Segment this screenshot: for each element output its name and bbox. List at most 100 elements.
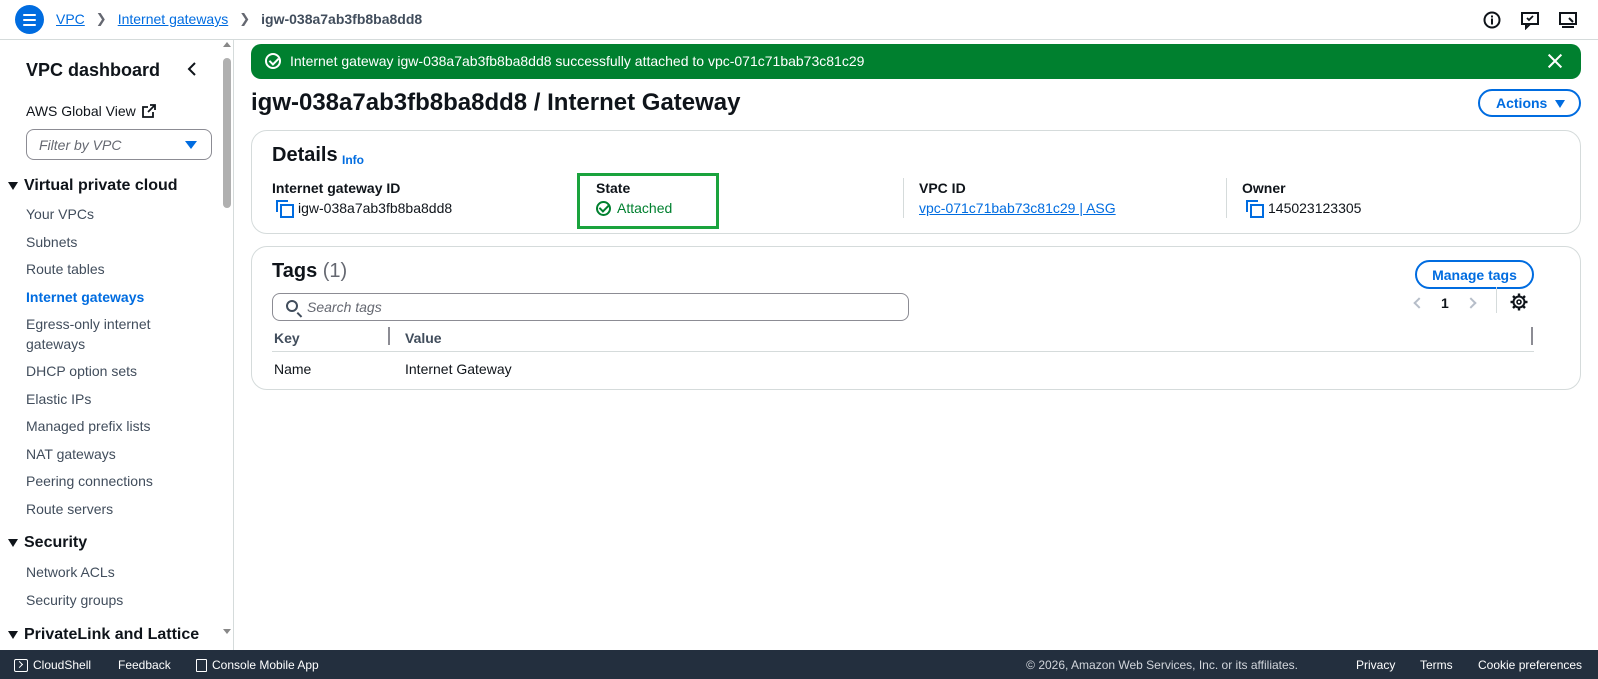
sidebar-item-nat-gateways[interactable]: NAT gateways — [26, 444, 206, 464]
table-cell-value: Internet Gateway — [405, 361, 512, 377]
status-success-icon — [596, 200, 611, 216]
column-resizer[interactable] — [1531, 327, 1533, 345]
sidebar-section-privatelink[interactable]: PrivateLink and Lattice — [8, 626, 199, 644]
scrollbar-thumb[interactable] — [223, 58, 231, 208]
terms-link[interactable]: Terms — [1420, 658, 1453, 672]
display-settings-icon[interactable] — [1558, 10, 1578, 30]
copyright-text: © 2026, Amazon Web Services, Inc. or its… — [1026, 658, 1298, 672]
top-utility-icons — [1482, 10, 1578, 31]
side-navigation: VPC dashboard AWS Global View Filter by … — [0, 40, 234, 650]
actions-button-label: Actions — [1496, 95, 1548, 111]
copy-icon[interactable] — [1246, 200, 1264, 218]
pagination: 1 — [1413, 295, 1477, 311]
sidebar-item-peering[interactable]: Peering connections — [26, 471, 206, 491]
tags-panel: Tags (1) Manage tags Search tags 1 Key V… — [251, 246, 1581, 390]
cloudshell-button[interactable]: CloudShell — [14, 658, 91, 672]
details-heading: Details — [272, 144, 338, 166]
actions-button[interactable]: Actions — [1478, 89, 1581, 117]
column-resizer[interactable] — [388, 327, 390, 345]
cookie-preferences-link[interactable]: Cookie preferences — [1478, 658, 1582, 672]
search-tags-input[interactable]: Search tags — [272, 293, 909, 321]
sidebar-title[interactable]: VPC dashboard — [26, 60, 160, 81]
breadcrumb-vpc-link[interactable]: VPC — [56, 11, 85, 27]
vpc-filter-select[interactable]: Filter by VPC — [26, 129, 212, 160]
owner-value: 145023123305 — [1246, 200, 1362, 218]
vpc-filter-placeholder: Filter by VPC — [39, 136, 122, 153]
sidebar-item-subnets[interactable]: Subnets — [26, 232, 206, 252]
sidebar-item-route-tables[interactable]: Route tables — [26, 259, 206, 279]
sidebar-section-vpc[interactable]: Virtual private cloud — [8, 177, 178, 195]
chevron-left-icon[interactable] — [1413, 297, 1425, 309]
manage-tags-button[interactable]: Manage tags — [1415, 260, 1534, 289]
owner-text: 145023123305 — [1268, 200, 1362, 216]
success-flash-banner: Internet gateway igw-038a7ab3fb8ba8dd8 s… — [251, 44, 1581, 79]
cloudshell-label: CloudShell — [33, 658, 92, 672]
sidebar-item-security-groups[interactable]: Security groups — [26, 590, 206, 610]
owner-label: Owner — [1242, 180, 1286, 196]
sidebar-item-network-acls[interactable]: Network ACLs — [26, 562, 206, 582]
chevron-right-icon: ❯ — [239, 11, 251, 26]
scroll-up-icon[interactable] — [223, 42, 231, 47]
table-header-divider — [272, 351, 1534, 352]
close-icon[interactable] — [1547, 53, 1563, 69]
feedback-link[interactable]: Feedback — [118, 658, 171, 672]
search-icon — [286, 300, 298, 312]
tags-count: (1) — [322, 260, 348, 282]
sidebar-item-dhcp[interactable]: DHCP option sets — [26, 361, 206, 381]
hamburger-menu-icon[interactable] — [15, 5, 44, 34]
caret-down-icon — [8, 182, 18, 190]
igw-id-value: igw-038a7ab3fb8ba8dd8 — [276, 200, 453, 218]
mobile-app-link[interactable]: Console Mobile App — [196, 658, 319, 672]
sidebar-item-your-vpcs[interactable]: Your VPCs — [26, 204, 206, 224]
caret-down-icon — [8, 539, 18, 547]
copy-icon[interactable] — [276, 200, 294, 218]
state-label: State — [596, 180, 631, 196]
column-header-key[interactable]: Key — [274, 330, 300, 346]
pagination-divider — [1496, 287, 1497, 313]
column-header-value[interactable]: Value — [405, 330, 442, 346]
chevron-right-icon[interactable] — [1465, 297, 1477, 309]
vpc-id-label: VPC ID — [919, 180, 966, 196]
chevron-left-icon[interactable] — [184, 60, 200, 78]
info-icon[interactable] — [1482, 10, 1502, 30]
caret-down-icon — [1555, 100, 1565, 108]
privacy-link[interactable]: Privacy — [1356, 658, 1395, 672]
sidebar-item-internet-gateways[interactable]: Internet gateways — [26, 287, 206, 307]
tags-heading-text: Tags — [272, 260, 318, 282]
column-divider — [903, 178, 904, 218]
vpc-id-link[interactable]: vpc-071c71bab73c81c29 | ASG — [919, 200, 1116, 216]
feedback-icon[interactable] — [1520, 10, 1540, 31]
external-link-icon — [141, 104, 156, 118]
page-number[interactable]: 1 — [1441, 295, 1449, 311]
details-panel: Details Info Internet gateway ID igw-038… — [251, 130, 1581, 234]
sidebar-section-security[interactable]: Security — [8, 534, 87, 552]
sidebar-scrollbar[interactable] — [221, 40, 233, 636]
scroll-down-icon[interactable] — [223, 629, 231, 634]
terminal-icon — [14, 658, 28, 672]
sidebar-item-elastic-ips[interactable]: Elastic IPs — [26, 389, 206, 409]
sidebar-item-label: AWS Global View — [26, 103, 136, 119]
igw-id-label: Internet gateway ID — [272, 180, 401, 196]
igw-id-text: igw-038a7ab3fb8ba8dd8 — [298, 200, 453, 216]
chevron-right-icon: ❯ — [95, 11, 107, 26]
breadcrumb: VPC ❯ Internet gateways ❯ igw-038a7ab3fb… — [56, 11, 422, 27]
vpc-id-value: vpc-071c71bab73c81c29 | ASG — [919, 200, 1116, 216]
breadcrumb-internet-gateways-link[interactable]: Internet gateways — [118, 11, 229, 27]
column-divider — [1226, 178, 1227, 218]
mobile-icon — [196, 658, 207, 672]
sidebar-item-route-servers[interactable]: Route servers — [26, 499, 206, 519]
tags-heading: Tags (1) — [272, 260, 347, 283]
flash-message: Internet gateway igw-038a7ab3fb8ba8dd8 s… — [290, 53, 865, 69]
sidebar-item-prefix-lists[interactable]: Managed prefix lists — [26, 416, 206, 436]
state-value: Attached — [596, 200, 672, 216]
search-placeholder: Search tags — [307, 299, 382, 315]
info-link[interactable]: Info — [342, 153, 364, 167]
caret-down-icon — [8, 631, 18, 639]
state-text: Attached — [617, 200, 673, 216]
top-navigation-bar: VPC ❯ Internet gateways ❯ igw-038a7ab3fb… — [0, 0, 1598, 40]
mobile-app-label: Console Mobile App — [212, 658, 319, 672]
caret-down-icon — [185, 141, 197, 149]
sidebar-item-egress-only[interactable]: Egress-only internet gateways — [26, 314, 166, 354]
gear-icon[interactable] — [1510, 293, 1528, 311]
sidebar-item-global-view[interactable]: AWS Global View — [26, 103, 156, 119]
